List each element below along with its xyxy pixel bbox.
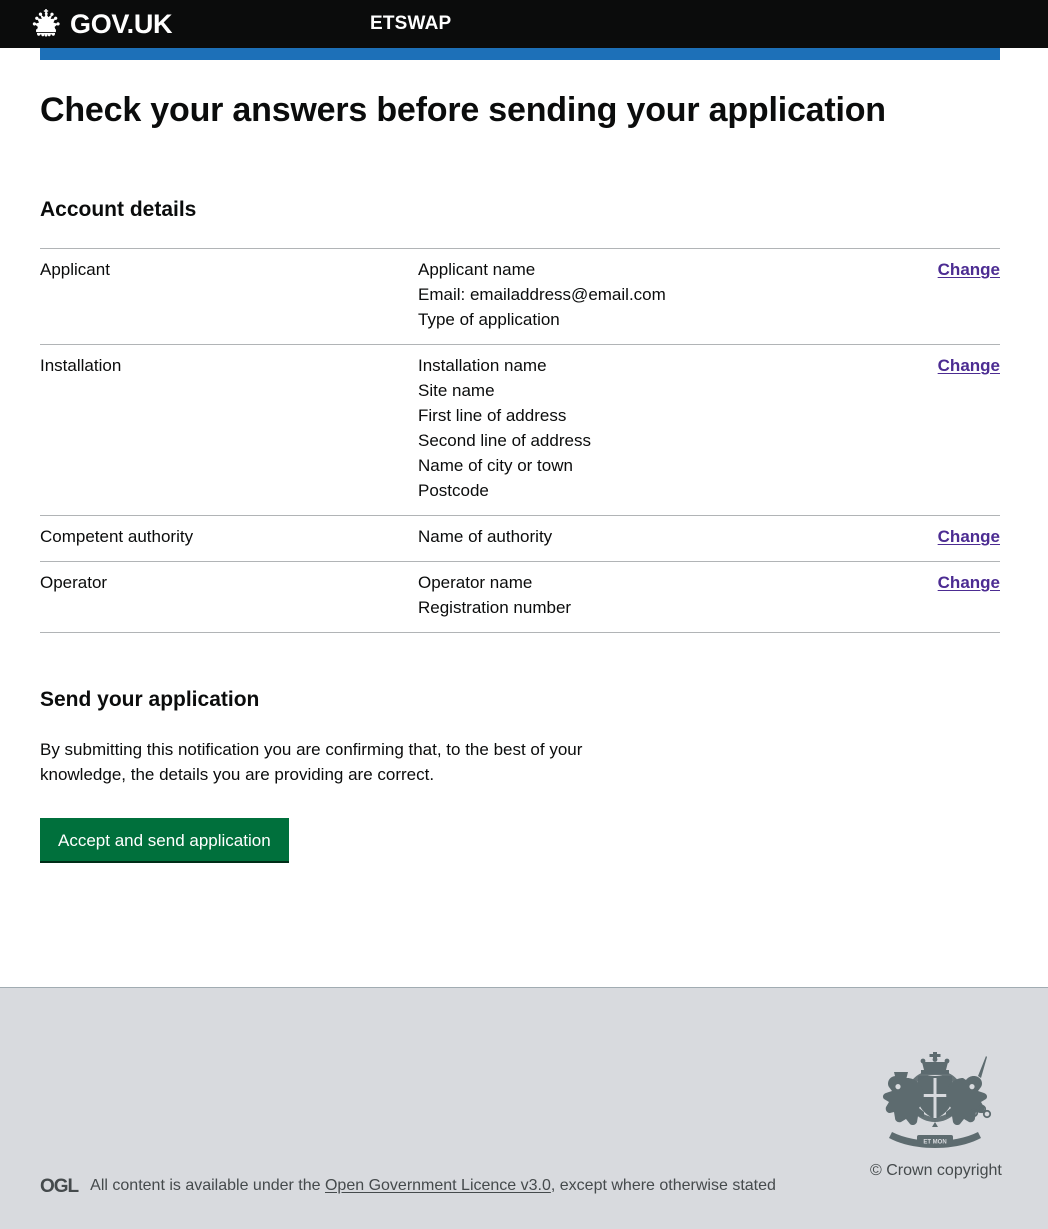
account-details-summary-list: Applicant Applicant name Email: emailadd…	[40, 248, 1000, 634]
govuk-logo-link[interactable]: GOV.UK	[28, 8, 173, 39]
change-link-operator[interactable]: Change	[938, 573, 1000, 592]
svg-text:ET MON: ET MON	[923, 1140, 946, 1146]
summary-action: Change	[860, 525, 1000, 550]
send-application-heading: Send your application	[40, 688, 260, 712]
summary-key: Operator	[40, 573, 108, 593]
summary-value-line: Email: emailaddress@email.com	[418, 285, 666, 305]
summary-row-operator: Operator Operator name Registration numb…	[40, 561, 1000, 634]
summary-value-line: Postcode	[418, 481, 489, 501]
summary-value-line: Installation name	[418, 356, 547, 376]
summary-value: Operator name Registration number	[418, 571, 820, 621]
crown-icon	[28, 9, 64, 39]
summary-action: Change	[860, 354, 1000, 504]
summary-value: Installation name Site name First line o…	[418, 354, 820, 504]
summary-value-line: Registration number	[418, 598, 572, 618]
summary-value-line: First line of address	[418, 406, 567, 426]
width-container: Check your answers before sending your a…	[40, 91, 1000, 864]
summary-key: Competent authority	[40, 527, 194, 547]
footer-inner: ET MON © Crown copyright OGL All content…	[0, 988, 1048, 1229]
summary-value-line: Type of application	[418, 310, 560, 330]
summary-value-line: Applicant name	[418, 260, 536, 280]
govuk-footer: ET MON © Crown copyright OGL All content…	[0, 987, 1048, 1229]
summary-action: Change	[860, 258, 1000, 333]
summary-value-line: Second line of address	[418, 431, 591, 451]
royal-coat-of-arms-icon: ET MON	[870, 1050, 1000, 1152]
summary-action: Change	[860, 571, 1000, 621]
change-link-competent-authority[interactable]: Change	[938, 527, 1000, 546]
summary-value-line: Site name	[418, 381, 495, 401]
govuk-header: GOV.UK ETSWAP	[0, 0, 1048, 60]
change-link-applicant[interactable]: Change	[938, 260, 1000, 279]
summary-key: Applicant	[40, 260, 110, 280]
summary-row-installation: Installation Installation name Site name…	[40, 344, 1000, 515]
main-content: Check your answers before sending your a…	[0, 48, 1048, 864]
licence-suffix: , except where otherwise stated	[550, 1176, 776, 1194]
summary-value: Name of authority	[418, 525, 820, 550]
summary-value-line: Name of authority	[418, 527, 553, 547]
summary-key: Installation	[40, 356, 122, 376]
summary-row-applicant: Applicant Applicant name Email: emailadd…	[40, 248, 1000, 344]
open-government-licence-link[interactable]: Open Government Licence v3.0	[325, 1177, 551, 1194]
summary-value-line: Name of city or town	[418, 456, 573, 476]
summary-value-line: Operator name	[418, 573, 533, 593]
govuk-logotype-text: GOV.UK	[70, 8, 173, 39]
footer-licence-meta: OGL All content is available under the O…	[40, 1175, 776, 1197]
ogl-logo-icon: OGL	[40, 1176, 79, 1198]
send-application-body: By submitting this notification you are …	[40, 740, 583, 785]
summary-value: Applicant name Email: emailaddress@email…	[418, 258, 820, 333]
licence-text: All content is available under the Open …	[90, 1175, 776, 1197]
change-link-installation[interactable]: Change	[938, 356, 1000, 375]
header-inner: GOV.UK ETSWAP	[0, 0, 1048, 48]
crown-copyright-text: © Crown copyright	[870, 1162, 1002, 1179]
licence-prefix: All content is available under the	[90, 1176, 325, 1194]
service-name-link[interactable]: ETSWAP	[370, 13, 451, 35]
account-details-heading: Account details	[40, 198, 197, 222]
crown-copyright-block: ET MON © Crown copyright	[870, 1050, 1002, 1180]
summary-row-competent-authority: Competent authority Name of authority Ch…	[40, 515, 1000, 561]
page-title: Check your answers before sending your a…	[40, 91, 886, 129]
header-blue-bar	[40, 48, 1000, 60]
accept-and-send-application-button[interactable]: Accept and send application	[40, 818, 289, 864]
